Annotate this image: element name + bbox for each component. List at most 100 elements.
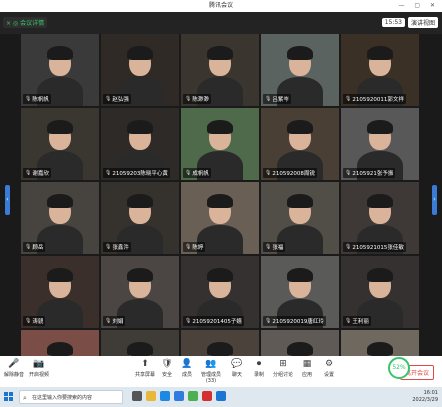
participant-hair: [366, 119, 394, 134]
participant-name-label: 🎙 21059201405子嬉: [183, 316, 244, 326]
participant-name: 顾岳: [32, 245, 44, 251]
record-icon: ⏺: [256, 359, 262, 369]
participant-name-label: 🎙 成帆帆: [183, 168, 211, 178]
meeting-app-icon[interactable]: [174, 391, 184, 401]
meeting-info-bar: × ◎ 会议详情 15:53 演讲视图: [0, 12, 442, 34]
meeting-time: 15:53: [381, 18, 405, 27]
participant-hair: [206, 45, 234, 60]
members-icon: 👤: [181, 359, 193, 369]
participant-hair: [46, 341, 74, 356]
participant-hair: [366, 267, 394, 282]
video-tile[interactable]: 🎙 赵弘强: [101, 34, 179, 106]
video-tile[interactable]: 🎙 张鑫汼: [101, 182, 179, 254]
video-tile[interactable]: 🎙 顾岳: [21, 182, 99, 254]
taskbar-search-box[interactable]: ⌕ 在这里输入你要搜索的内容: [19, 390, 123, 404]
taskbar-apps: [132, 391, 226, 401]
video-tile[interactable]: 🎙 涛骁: [21, 256, 99, 328]
word-icon[interactable]: [216, 391, 226, 401]
video-tile[interactable]: 🎙 21059203陈晓平心黄: [101, 108, 179, 180]
mic-muted-icon: 🎙: [185, 170, 192, 176]
participant-name-label: 🎙 张福: [263, 242, 286, 252]
microphone-icon: 🎤: [8, 359, 20, 369]
grid-icon: ⊞: [279, 359, 287, 369]
video-tile[interactable]: 🎙 陈帆帆: [21, 34, 99, 106]
video-tile[interactable]: 🎙 210592008周锐: [261, 108, 339, 180]
file-explorer-icon[interactable]: [146, 391, 156, 401]
view-switch-button[interactable]: 演讲视图: [407, 17, 438, 28]
windows-start-icon[interactable]: [4, 392, 14, 402]
video-tile[interactable]: 🎙 2105920019唐红玲: [261, 256, 339, 328]
participant-name: 21059203陈晓平心黄: [112, 171, 168, 177]
participant-name-label: 🎙 陈婷: [183, 242, 206, 252]
prev-page-arrow[interactable]: ‹: [5, 185, 10, 215]
video-button[interactable]: 📷 开启视频: [28, 359, 50, 378]
participant-name: 赵弘强: [112, 97, 129, 103]
breakout-rooms-button[interactable]: ⊞ 分组讨论: [270, 359, 296, 378]
title-bar: 腾讯会议 — ▢ ✕: [0, 0, 442, 12]
task-view-icon[interactable]: [132, 391, 142, 401]
video-tile[interactable]: 🎙 王利丽: [341, 256, 419, 328]
participant-name: 陈婷: [192, 245, 204, 251]
participant-name: 涛骁: [32, 319, 44, 325]
video-tile[interactable]: 🎙 陈渺渺: [181, 34, 259, 106]
participant-name-label: 🎙 陈渺渺: [183, 94, 211, 104]
mute-button[interactable]: 🎤 解除静音: [3, 359, 25, 378]
meeting-detail-pill[interactable]: × ◎ 会议详情: [3, 17, 48, 28]
mic-muted-icon: 🎙: [105, 244, 112, 250]
next-page-arrow[interactable]: ›: [432, 185, 437, 215]
participant-name: 刘娟: [112, 319, 124, 325]
video-grid: 🎙 陈帆帆 🎙 赵弘强 🎙 陈渺渺 🎙 吕紫岑 🎙 2105920011郭文祥 🎙 谢嘉欣 🎙 21059…: [21, 34, 421, 356]
edge-icon[interactable]: [160, 391, 170, 401]
participant-name: 张福: [272, 245, 284, 251]
wechat-icon[interactable]: [188, 391, 198, 401]
participant-hair: [126, 45, 154, 60]
system-clock[interactable]: 16:01 2022/3/29: [412, 390, 438, 404]
gear-icon: ⚙: [324, 359, 334, 369]
video-tile[interactable]: 🎙 2105921张予振: [341, 108, 419, 180]
mic-muted-icon: 🎙: [105, 318, 112, 324]
app-icon[interactable]: [202, 391, 212, 401]
members-button[interactable]: 👤 成员: [176, 359, 198, 378]
participant-name-label: 🎙 吕紫岑: [263, 94, 291, 104]
video-tile[interactable]: 🎙 21059201405子嬉: [181, 256, 259, 328]
chat-button[interactable]: 💬 聊天: [226, 359, 248, 378]
participant-name-label: 🎙 2105921张予振: [343, 168, 396, 178]
video-tile[interactable]: 🎙 张福: [261, 182, 339, 254]
participant-name: 210592008周锐: [272, 171, 315, 177]
apps-button[interactable]: ▦ 应用: [296, 359, 318, 378]
video-tile[interactable]: [341, 330, 419, 356]
participant-name: 吕紫岑: [272, 97, 289, 103]
video-tile[interactable]: 🎙 成帆帆: [181, 108, 259, 180]
video-tile[interactable]: 🎙 刘娟: [101, 256, 179, 328]
participant-name-label: 🎙 210592008周锐: [263, 168, 317, 178]
participant-name: 谢嘉欣: [32, 171, 49, 177]
participant-name: 2105920011郭文祥: [352, 97, 404, 103]
video-tile[interactable]: [181, 330, 259, 356]
video-tile[interactable]: 🎙 2105920011郭文祥: [341, 34, 419, 106]
video-tile[interactable]: [101, 330, 179, 356]
participant-name-label: 🎙 张鑫汼: [103, 242, 131, 252]
security-button[interactable]: 🛡 安全: [156, 359, 178, 378]
mic-muted-icon: 🎙: [105, 96, 112, 102]
mic-muted-icon: 🎙: [25, 96, 32, 102]
manage-members-button[interactable]: 👥 管理成员(33): [196, 359, 226, 384]
video-tile[interactable]: 🎙 吕紫岑: [261, 34, 339, 106]
video-tile[interactable]: [21, 330, 99, 356]
share-icon: ⬆: [141, 359, 149, 369]
mic-muted-icon: 🎙: [185, 244, 192, 250]
mic-muted-icon: 🎙: [25, 170, 32, 176]
share-screen-button[interactable]: ⬆ 共享屏幕: [134, 359, 156, 378]
participant-name: 2105920019唐红玲: [272, 319, 324, 325]
video-tile[interactable]: 🎙 2105921015张佳敏: [341, 182, 419, 254]
settings-button[interactable]: ⚙ 设置: [318, 359, 340, 378]
shield-icon: 🛡: [161, 359, 173, 369]
window-controls[interactable]: — ▢ ✕: [398, 0, 439, 12]
video-tile[interactable]: 🎙 陈婷: [181, 182, 259, 254]
video-tile[interactable]: [261, 330, 339, 356]
participant-name: 陈帆帆: [32, 97, 49, 103]
record-button[interactable]: ⏺ 录制: [248, 359, 270, 378]
participant-name: 2105921015张佳敏: [352, 245, 404, 251]
participant-hair: [126, 341, 154, 356]
windows-taskbar: ⌕ 在这里输入你要搜索的内容 16:01 2022/3/29: [0, 387, 442, 407]
video-tile[interactable]: 🎙 谢嘉欣: [21, 108, 99, 180]
